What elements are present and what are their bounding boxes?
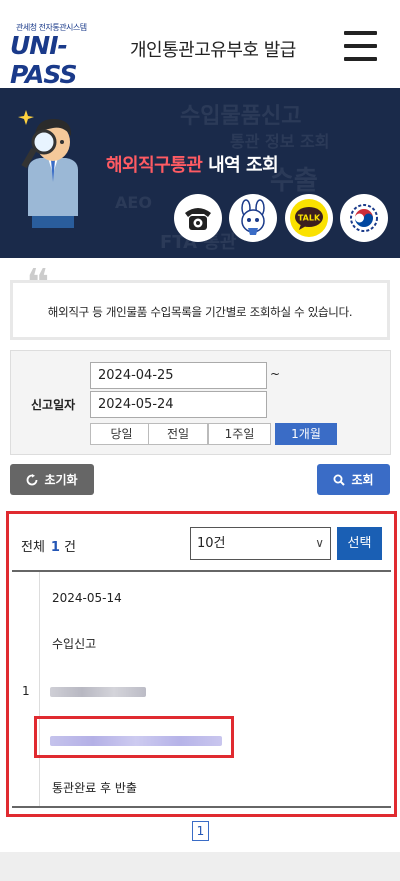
kakaotalk-icon[interactable]: TALK <box>285 194 333 242</box>
banner-background-text: 수입물품신고 <box>180 104 302 129</box>
declaration-type: 수입신고 <box>52 637 97 651</box>
unipass-logo[interactable]: 관세청 전자통관시스템 UNI-PASS <box>10 22 125 89</box>
footer-bar <box>0 852 400 881</box>
row-number: 1 <box>22 684 30 698</box>
notice-box: 해외직구 등 개인물품 수입목록을 기간별로 조회하실 수 있습니다. <box>10 280 390 340</box>
app-header: 관세청 전자통관시스템 UNI-PASS 개인통관고유부호 발급 <box>0 0 400 89</box>
results-table: 1 2024-05-14 수입신고 통관완료 후 반출 <box>12 570 391 808</box>
search-button[interactable]: 조회 <box>317 464 390 495</box>
banner-title-rest: 내역 조회 <box>202 155 279 176</box>
hamburger-icon[interactable] <box>344 31 377 61</box>
chevron-down-icon: ∨ <box>315 536 324 550</box>
banner-title: 해외직구통관 내역 조회 <box>106 151 279 177</box>
mascot-icon-graphic <box>241 199 265 235</box>
banner-background-text: AEO <box>115 193 152 212</box>
date-label: 신고일자 <box>31 398 76 412</box>
search-icon <box>333 474 346 486</box>
page-title: 개인통관고유부호 발급 <box>130 40 296 61</box>
period-week-button[interactable]: 1주일 <box>208 423 271 445</box>
notice-text: 해외직구 등 개인물품 수입목록을 기간별로 조회하실 수 있습니다. <box>47 305 353 319</box>
choose-button[interactable]: 선택 <box>337 527 382 560</box>
banner-title-highlight: 해외직구통관 <box>106 155 203 176</box>
period-today-button[interactable]: 당일 <box>90 423 153 445</box>
search-panel: 신고일자 2024-04-25 ~ 2024-05-24 당일 전일 1주일 1… <box>10 350 391 455</box>
column-divider <box>39 572 40 806</box>
declaration-date: 2024-05-14 <box>52 591 122 605</box>
period-month-button[interactable]: 1개월 <box>275 423 337 445</box>
clearance-status: 통관완료 후 반출 <box>52 781 137 795</box>
hero-banner: 수입물품신고 통관 정보 조회 수출 AEO FTA 통관 해외직구통관 내역 … <box>0 88 400 258</box>
phone-icon-graphic <box>185 208 211 230</box>
redacted-text <box>50 687 146 697</box>
date-from-input[interactable]: 2024-04-25 <box>90 362 267 389</box>
page-size-select[interactable]: 10건 ∨ <box>190 527 331 560</box>
kakaotalk-icon-graphic: TALK <box>290 199 328 237</box>
total-count: 1 <box>50 540 60 555</box>
count-unit: 건 <box>63 540 76 555</box>
results-section: 전체 1 건 10건 ∨ 선택 1 2024-05-14 수입신고 통관완료 후 반… <box>6 511 397 817</box>
mascot-icon[interactable] <box>229 194 277 242</box>
banner-background-text: 통관 정보 조회 <box>230 132 330 151</box>
period-yesterday-button[interactable]: 전일 <box>148 423 208 445</box>
talk-label: TALK <box>298 214 321 223</box>
logo-text: UNI-PASS <box>10 31 78 89</box>
reset-button[interactable]: 초기화 <box>10 464 94 495</box>
search-label: 조회 <box>351 473 374 487</box>
phone-icon[interactable] <box>174 194 222 242</box>
government-emblem-icon[interactable] <box>340 194 388 242</box>
page-size-value: 10건 <box>197 536 226 551</box>
total-label: 전체 <box>21 540 45 555</box>
magnifier-person-illustration <box>18 110 78 228</box>
highlight-box <box>34 716 234 758</box>
pagination-page[interactable]: 1 <box>192 821 209 841</box>
date-to-input[interactable]: 2024-05-24 <box>90 391 267 418</box>
date-range-separator: ~ <box>270 367 281 381</box>
result-count: 전체 1 건 <box>21 536 76 555</box>
emblem-icon-graphic <box>350 204 378 232</box>
refresh-icon <box>27 473 38 485</box>
reset-label: 초기화 <box>44 473 78 487</box>
